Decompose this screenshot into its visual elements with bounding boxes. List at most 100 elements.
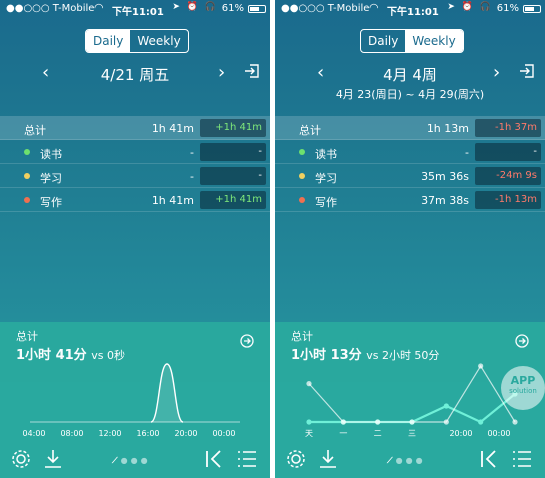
row-writing[interactable]: 写作 1h 41m +1h 41m <box>0 188 270 212</box>
download-icon[interactable] <box>317 448 339 470</box>
row-value: 1h 41m <box>151 122 194 135</box>
page-indicator[interactable]: ⟋●●● <box>112 456 151 466</box>
row-label: 读书 <box>40 148 62 161</box>
series-line <box>308 364 516 423</box>
tab-daily[interactable]: Daily <box>86 30 131 52</box>
row-value: 37m 38s <box>421 194 469 207</box>
chart-peak-area <box>150 363 184 423</box>
date-range: 4月 23(周日) ~ 4月 29(周六) <box>335 88 485 101</box>
row-value: 35m 36s <box>421 170 469 183</box>
x-tick-label: 三 <box>408 429 416 438</box>
x-tick-label: 12:00 <box>98 429 121 438</box>
data-point <box>306 419 312 425</box>
data-point <box>306 381 312 387</box>
x-tick-label: 16:00 <box>136 429 159 438</box>
data-point <box>512 419 518 425</box>
next-arrow-icon[interactable]: › <box>218 62 225 83</box>
row-label: 总计 <box>24 124 46 137</box>
gear-icon[interactable] <box>10 448 32 470</box>
page-indicator[interactable]: ⟋●●● <box>387 456 426 466</box>
list-icon[interactable] <box>236 448 258 470</box>
row-value: 1h 41m <box>151 194 194 207</box>
wifi-icon: ◠ <box>94 1 104 14</box>
period-toggle: Daily Weekly <box>360 29 464 53</box>
row-delta: +1h 41m <box>200 119 266 137</box>
daily-screen: ●●○○○ T-Mobile ◠ 下午11:01 ➤ ⏰ 🎧 61% Daily… <box>0 0 270 478</box>
bottom-toolbar: ⟋●●● <box>0 448 270 478</box>
row-delta: - <box>475 143 541 161</box>
x-tick-label: 20:00 <box>174 429 197 438</box>
row-total[interactable]: 总计 1h 13m -1h 37m <box>275 116 545 140</box>
row-delta: - <box>200 143 266 161</box>
category-dot <box>24 197 30 203</box>
x-tick-label: 20:00 <box>449 429 472 438</box>
x-axis-ticks: 04:00 08:00 12:00 16:00 20:00 00:00 <box>22 429 235 438</box>
row-total[interactable]: 总计 1h 41m +1h 41m <box>0 116 270 140</box>
period-toggle: Daily Weekly <box>85 29 189 53</box>
carrier-label: ●●○○○ T-Mobile <box>281 3 370 14</box>
weekly-screen: ●●○○○ T-Mobile ◠ 下午11:01 ➤ ⏰ 🎧 61% Daily… <box>275 0 545 478</box>
row-reading[interactable]: 读书 - - <box>275 140 545 164</box>
row-label: 读书 <box>315 148 337 161</box>
data-point <box>478 419 484 425</box>
category-dot <box>24 149 30 155</box>
summary-label: 总计 <box>16 330 38 343</box>
row-label: 学习 <box>40 172 62 185</box>
data-point <box>443 419 449 425</box>
battery-label: 61% <box>221 3 244 14</box>
chart-series <box>306 363 518 425</box>
status-icons: ➤ ⏰ 🎧 <box>447 2 493 12</box>
row-value: - <box>190 170 194 183</box>
row-label: 学习 <box>315 172 337 185</box>
battery-icon <box>248 5 266 13</box>
rewind-icon[interactable] <box>204 448 224 470</box>
x-tick-label: 04:00 <box>22 429 45 438</box>
download-icon[interactable] <box>42 448 64 470</box>
row-writing[interactable]: 写作 37m 38s -1h 13m <box>275 188 545 212</box>
next-arrow-icon[interactable]: › <box>493 62 500 83</box>
battery-icon <box>523 5 541 13</box>
rewind-icon[interactable] <box>479 448 499 470</box>
clock: 下午11:01 <box>387 7 439 18</box>
category-dot <box>24 173 30 179</box>
bottom-toolbar: ⟋●●● <box>275 448 545 478</box>
clock: 下午11:01 <box>112 7 164 18</box>
data-point <box>340 419 346 425</box>
export-icon[interactable] <box>244 63 260 79</box>
x-tick-label: 一 <box>339 429 347 438</box>
row-value: - <box>465 146 469 159</box>
watermark-sub: solution <box>509 387 537 395</box>
category-dot <box>299 149 305 155</box>
battery-label: 61% <box>496 3 519 14</box>
row-study[interactable]: 学习 35m 36s -24m 9s <box>275 164 545 188</box>
list-icon[interactable] <box>511 448 533 470</box>
x-tick-label: 二 <box>374 429 382 438</box>
chart-page-icon: ⟋ <box>387 456 396 465</box>
arrow-right-circle-icon[interactable] <box>240 334 254 348</box>
row-delta: +1h 41m <box>200 191 266 209</box>
category-dot <box>299 173 305 179</box>
status-icons: ➤ ⏰ 🎧 <box>172 2 218 12</box>
row-label: 写作 <box>315 196 337 209</box>
x-axis-ticks: 天 一 二 三 20:00 00:00 <box>305 429 511 438</box>
data-point <box>375 419 381 425</box>
wifi-icon: ◠ <box>369 1 379 14</box>
carrier-label: ●●○○○ T-Mobile <box>6 3 95 14</box>
arrow-right-circle-icon[interactable] <box>515 334 529 348</box>
tab-weekly[interactable]: Weekly <box>405 30 463 52</box>
status-bar: ●●○○○ T-Mobile ◠ 下午11:01 ➤ ⏰ 🎧 61% <box>275 0 545 18</box>
summary-label: 总计 <box>291 330 313 343</box>
row-study[interactable]: 学习 - - <box>0 164 270 188</box>
page-dot: ●●● <box>120 456 151 465</box>
tab-daily[interactable]: Daily <box>361 30 405 52</box>
chart-page-icon: ⟋ <box>112 456 121 465</box>
date-title: 4月 4周 <box>383 66 437 84</box>
export-icon[interactable] <box>519 63 535 79</box>
tab-weekly[interactable]: Weekly <box>130 30 187 52</box>
row-reading[interactable]: 读书 - - <box>0 140 270 164</box>
gear-icon[interactable] <box>285 448 307 470</box>
row-value: 1h 13m <box>426 122 469 135</box>
category-dot <box>299 197 305 203</box>
x-tick-label: 00:00 <box>212 429 235 438</box>
daily-chart: 04:00 08:00 12:00 16:00 20:00 00:00 <box>22 363 240 438</box>
